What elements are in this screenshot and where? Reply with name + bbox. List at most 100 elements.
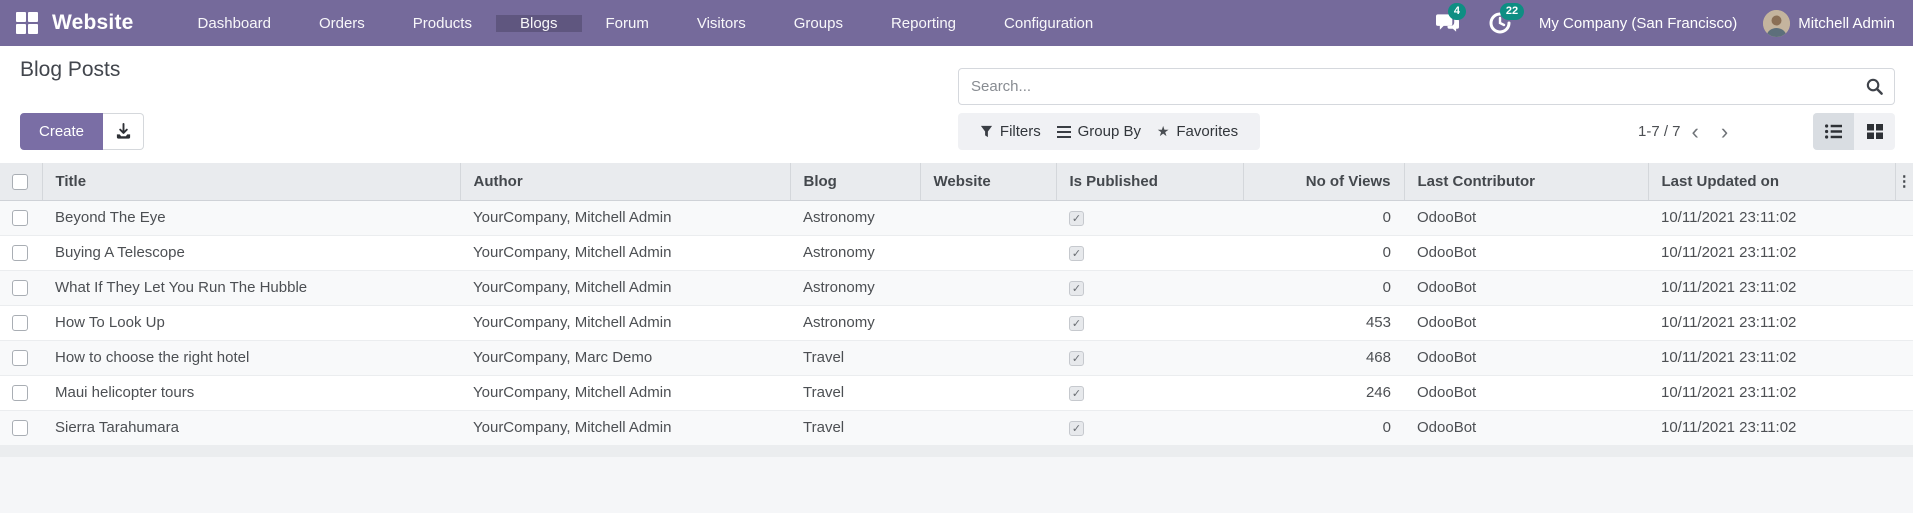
cell-views[interactable]: 246	[1243, 374, 1404, 410]
column-header-is-published[interactable]: Is Published	[1055, 163, 1243, 201]
row-checkbox[interactable]	[12, 350, 28, 367]
app-brand[interactable]: Website	[52, 11, 134, 35]
published-checkbox[interactable]: ✓	[1069, 386, 1084, 401]
table-row[interactable]: Buying A Telescope YourCompany, Mitchell…	[0, 234, 1913, 270]
cell-website[interactable]	[920, 409, 1056, 445]
published-checkbox[interactable]: ✓	[1069, 211, 1084, 226]
row-checkbox[interactable]	[12, 210, 28, 227]
cell-title[interactable]: How To Look Up	[42, 304, 460, 340]
nav-item-visitors[interactable]: Visitors	[673, 15, 770, 32]
search-input[interactable]	[959, 69, 1854, 104]
cell-views[interactable]: 0	[1243, 409, 1404, 445]
column-header-last-contributor[interactable]: Last Contributor	[1403, 163, 1648, 201]
table-row[interactable]: How To Look Up YourCompany, Mitchell Adm…	[0, 304, 1913, 340]
row-checkbox[interactable]	[12, 245, 28, 262]
list-view-button[interactable]	[1813, 113, 1854, 150]
column-header-title[interactable]: Title	[41, 163, 460, 201]
nav-item-blogs[interactable]: Blogs	[495, 14, 582, 32]
column-header-views[interactable]: No of Views	[1242, 163, 1404, 201]
published-checkbox[interactable]: ✓	[1069, 316, 1084, 331]
cell-last-updated[interactable]: 10/11/2021 23:11:02	[1648, 339, 1895, 375]
cell-author[interactable]: YourCompany, Mitchell Admin	[460, 234, 790, 270]
cell-last-updated[interactable]: 10/11/2021 23:11:02	[1648, 409, 1895, 445]
nav-item-products[interactable]: Products	[389, 15, 496, 32]
cell-last-updated[interactable]: 10/11/2021 23:11:02	[1648, 304, 1895, 340]
nav-item-orders[interactable]: Orders	[295, 15, 389, 32]
company-switcher[interactable]: My Company (San Francisco)	[1539, 15, 1737, 32]
cell-website[interactable]	[920, 374, 1056, 410]
search-submit-button[interactable]	[1854, 69, 1894, 104]
cell-author[interactable]: YourCompany, Mitchell Admin	[460, 374, 790, 410]
nav-item-forum[interactable]: Forum	[582, 15, 673, 32]
row-checkbox[interactable]	[12, 280, 28, 297]
cell-blog[interactable]: Astronomy	[790, 304, 920, 340]
cell-website[interactable]	[920, 234, 1056, 270]
published-checkbox[interactable]: ✓	[1069, 351, 1084, 366]
table-row[interactable]: What If They Let You Run The Hubble Your…	[0, 269, 1913, 305]
pager-next-button[interactable]: ›	[1710, 113, 1739, 150]
cell-blog[interactable]: Travel	[790, 409, 920, 445]
row-checkbox[interactable]	[12, 420, 28, 437]
nav-item-dashboard[interactable]: Dashboard	[174, 15, 295, 32]
cell-title[interactable]: What If They Let You Run The Hubble	[42, 269, 460, 305]
cell-author[interactable]: YourCompany, Mitchell Admin	[460, 304, 790, 340]
cell-blog[interactable]: Travel	[790, 374, 920, 410]
user-menu[interactable]: Mitchell Admin	[1763, 9, 1895, 37]
column-header-last-updated[interactable]: Last Updated on	[1647, 163, 1895, 201]
pager-previous-button[interactable]: ‹	[1681, 113, 1710, 150]
cell-author[interactable]: YourCompany, Mitchell Admin	[460, 269, 790, 305]
favorites-button[interactable]: ★ Favorites	[1157, 123, 1238, 140]
published-checkbox[interactable]: ✓	[1069, 246, 1084, 261]
create-button[interactable]: Create	[20, 113, 104, 150]
cell-blog[interactable]: Travel	[790, 339, 920, 375]
optional-columns-toggle[interactable]: ⋮	[1894, 163, 1913, 201]
cell-last-contributor[interactable]: OdooBot	[1404, 199, 1648, 235]
cell-last-contributor[interactable]: OdooBot	[1404, 409, 1648, 445]
cell-title[interactable]: How to choose the right hotel	[42, 339, 460, 375]
published-checkbox[interactable]: ✓	[1069, 281, 1084, 296]
messages-menu-button[interactable]: 4	[1435, 3, 1467, 36]
cell-last-contributor[interactable]: OdooBot	[1404, 304, 1648, 340]
table-row[interactable]: Beyond The Eye YourCompany, Mitchell Adm…	[0, 199, 1913, 235]
cell-title[interactable]: Maui helicopter tours	[42, 374, 460, 410]
cell-title[interactable]: Beyond The Eye	[42, 199, 460, 235]
cell-title[interactable]: Sierra Tarahumara	[42, 409, 460, 445]
cell-author[interactable]: YourCompany, Marc Demo	[460, 339, 790, 375]
nav-item-reporting[interactable]: Reporting	[867, 15, 980, 32]
table-row[interactable]: Maui helicopter tours YourCompany, Mitch…	[0, 374, 1913, 410]
column-header-blog[interactable]: Blog	[789, 163, 920, 201]
cell-views[interactable]: 453	[1243, 304, 1404, 340]
cell-website[interactable]	[920, 304, 1056, 340]
cell-website[interactable]	[920, 269, 1056, 305]
cell-last-updated[interactable]: 10/11/2021 23:11:02	[1648, 234, 1895, 270]
cell-author[interactable]: YourCompany, Mitchell Admin	[460, 409, 790, 445]
filters-button[interactable]: Filters	[980, 123, 1041, 140]
cell-website[interactable]	[920, 199, 1056, 235]
cell-blog[interactable]: Astronomy	[790, 199, 920, 235]
row-checkbox[interactable]	[12, 315, 28, 332]
cell-last-contributor[interactable]: OdooBot	[1404, 269, 1648, 305]
cell-last-contributor[interactable]: OdooBot	[1404, 234, 1648, 270]
cell-last-contributor[interactable]: OdooBot	[1404, 339, 1648, 375]
cell-blog[interactable]: Astronomy	[790, 269, 920, 305]
apps-grid-icon[interactable]	[16, 12, 38, 34]
cell-blog[interactable]: Astronomy	[790, 234, 920, 270]
cell-last-updated[interactable]: 10/11/2021 23:11:02	[1648, 269, 1895, 305]
column-header-author[interactable]: Author	[459, 163, 790, 201]
cell-views[interactable]: 468	[1243, 339, 1404, 375]
row-checkbox[interactable]	[12, 385, 28, 402]
group-by-button[interactable]: Group By	[1056, 123, 1141, 140]
column-header-website[interactable]: Website	[919, 163, 1056, 201]
cell-views[interactable]: 0	[1243, 199, 1404, 235]
cell-last-updated[interactable]: 10/11/2021 23:11:02	[1648, 374, 1895, 410]
kanban-view-button[interactable]	[1854, 113, 1895, 150]
cell-website[interactable]	[920, 339, 1056, 375]
table-row[interactable]: How to choose the right hotel YourCompan…	[0, 339, 1913, 375]
cell-views[interactable]: 0	[1243, 269, 1404, 305]
nav-item-groups[interactable]: Groups	[770, 15, 867, 32]
cell-views[interactable]: 0	[1243, 234, 1404, 270]
table-row[interactable]: Sierra Tarahumara YourCompany, Mitchell …	[0, 409, 1913, 445]
cell-last-updated[interactable]: 10/11/2021 23:11:02	[1648, 199, 1895, 235]
select-all-checkbox[interactable]	[12, 173, 28, 190]
cell-author[interactable]: YourCompany, Mitchell Admin	[460, 199, 790, 235]
